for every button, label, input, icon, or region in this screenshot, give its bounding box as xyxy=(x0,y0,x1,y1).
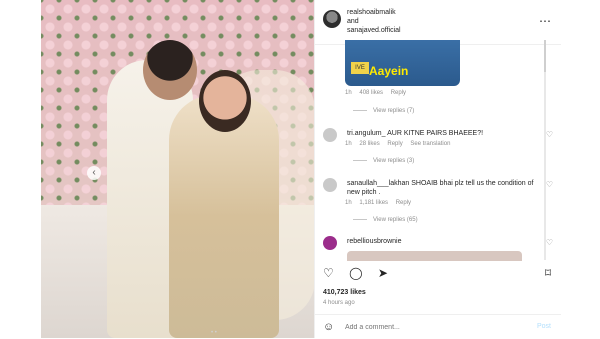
gif-sticker: IVE xyxy=(351,62,369,74)
carousel-dots: • • xyxy=(211,330,217,336)
groom-head xyxy=(143,40,197,100)
likes-count[interactable]: 410,723 likes xyxy=(323,289,366,296)
post-comment-button[interactable]: Post xyxy=(537,323,551,330)
emoji-icon[interactable]: ☺ xyxy=(323,321,334,333)
heart-icon[interactable]: ♡ xyxy=(546,180,553,189)
author-names[interactable]: realshoaibmalik and sanajaved.official xyxy=(347,8,401,35)
author-2[interactable]: sanajaved.official xyxy=(347,26,401,35)
gif-comment-reply[interactable]: Reply xyxy=(391,90,406,96)
gif-comment-meta: 1h 408 likes Reply xyxy=(345,90,407,96)
comment-1-view-replies[interactable]: View replies (3) xyxy=(353,158,420,164)
comment-avatar[interactable] xyxy=(323,128,337,142)
post-sidebar: realshoaibmalik and sanajaved.official ⋯… xyxy=(314,0,561,338)
comment-2-meta: 1h 1,181 likes Reply xyxy=(345,200,412,206)
comment-icon[interactable]: ◯ xyxy=(349,266,362,280)
heart-icon[interactable]: ♡ xyxy=(546,238,553,247)
scrollbar-thumb[interactable] xyxy=(544,40,546,72)
post-photo: ‹ • • xyxy=(41,0,314,338)
add-comment-input[interactable] xyxy=(343,323,517,332)
bride-head xyxy=(199,70,251,132)
post-actions: ♡ ◯ ➤ xyxy=(323,266,400,280)
comment-2-view-replies[interactable]: View replies (65) xyxy=(353,217,424,223)
bookmark-icon[interactable]: ⌑ xyxy=(545,266,551,280)
author-and: and xyxy=(347,18,359,25)
author-avatar[interactable] xyxy=(323,10,341,28)
comment-3-media xyxy=(347,251,522,261)
gif-comment-likes[interactable]: 408 likes xyxy=(359,90,383,96)
post-time: 4 hours ago xyxy=(323,300,355,306)
more-horizontal-icon[interactable]: ⋯ xyxy=(539,14,551,28)
comment-1-meta: 1h 28 likes Reply See translation xyxy=(345,141,451,147)
comment-gif: IVE Aayein xyxy=(345,40,460,86)
heart-icon[interactable]: ♡ xyxy=(323,266,334,280)
gif-view-replies[interactable]: View replies (7) xyxy=(353,108,420,114)
author-1[interactable]: realshoaibmalik xyxy=(347,8,401,17)
comment-avatar[interactable] xyxy=(323,236,337,250)
comment-username[interactable]: tri.angulum_ xyxy=(347,130,386,137)
add-comment-bar: ☺ Post xyxy=(315,314,561,339)
comments-scrollbar[interactable] xyxy=(544,40,546,260)
post-header: realshoaibmalik and sanajaved.official ⋯ xyxy=(315,0,561,45)
comment-text: AUR KITNE PAIRS BHAEEE?! xyxy=(387,130,484,137)
gif-caption: Aayein xyxy=(369,64,409,78)
comment-username[interactable]: sanaullah___lakhan xyxy=(347,180,409,187)
comment-avatar[interactable] xyxy=(323,178,337,192)
comment-username[interactable]: rebelliousbrownie xyxy=(347,238,401,245)
carousel-prev-button[interactable]: ‹ xyxy=(87,166,101,180)
share-icon[interactable]: ➤ xyxy=(378,266,388,280)
heart-icon[interactable]: ♡ xyxy=(546,130,553,139)
